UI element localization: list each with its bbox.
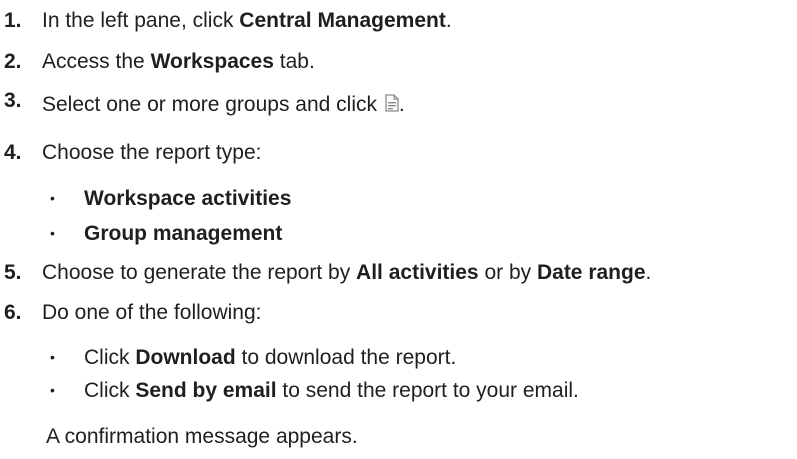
step-2: 2. Access the Workspaces tab. [4, 50, 315, 73]
bullet: • [50, 225, 55, 241]
step-text: Select one or more groups and click [42, 93, 383, 116]
step-text: Choose to generate the report by [42, 261, 357, 284]
bullet: • [50, 349, 55, 365]
step-text: Choose the report type: [42, 141, 262, 164]
confirmation-text: A confirmation message appears. [46, 425, 358, 448]
step-number: 2. [4, 50, 22, 73]
instructions-page: 1. In the left pane, click Central Manage… [0, 0, 797, 459]
step-number: 1. [4, 9, 22, 32]
step-number: 5. [4, 261, 22, 284]
step-6: 6. Do one of the following: [4, 300, 261, 326]
step-text: Access the [42, 50, 151, 73]
step-1: 1. In the left pane, click Central Manage… [4, 9, 452, 32]
option-item: • Click Download to download the report. [50, 346, 457, 369]
report-type-item: • Group management [50, 222, 283, 245]
bullet: • [50, 382, 55, 398]
step-number: 6. [4, 301, 22, 324]
step-emphasis: Workspaces [150, 50, 274, 73]
bullet: • [50, 190, 55, 206]
step-3: 3. Select one or more groups and click . [4, 89, 405, 119]
step-emphasis: Central Management [239, 9, 446, 32]
step-text: In the left pane, click [42, 9, 240, 32]
step-4: 4. Choose the report type: [4, 140, 261, 166]
step-number: 3. [4, 89, 22, 112]
step-number: 4. [4, 141, 22, 164]
document-report-icon [385, 93, 399, 119]
report-type-item: • Workspace activities [50, 187, 292, 210]
step-text: Do one of the following: [42, 301, 262, 324]
option-item: • Click Send by email to send the report … [50, 379, 579, 402]
step-5: 5. Choose to generate the report by All a… [4, 261, 652, 284]
